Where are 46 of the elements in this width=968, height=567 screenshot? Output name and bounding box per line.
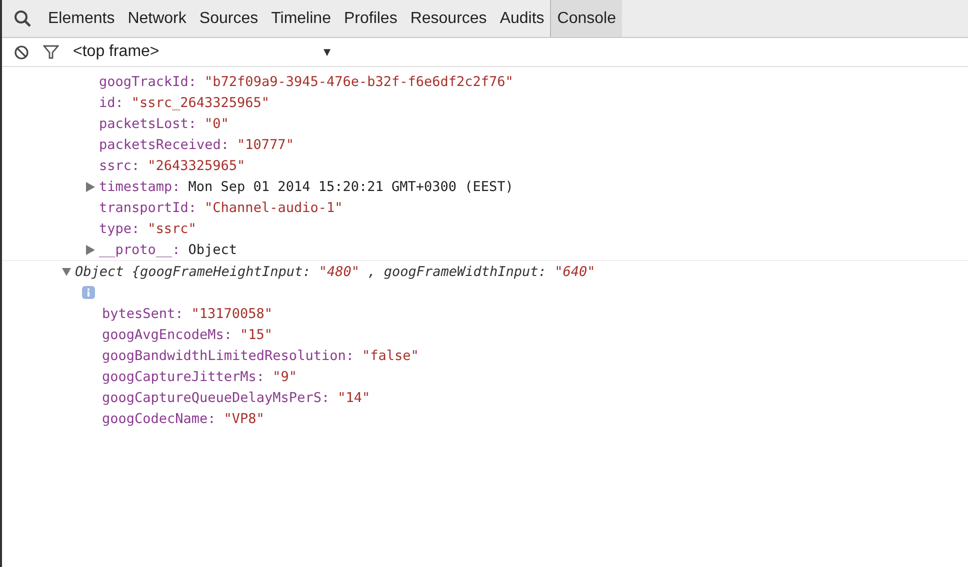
property-key: googCodecName: (102, 410, 216, 426)
panel-tab[interactable]: Console (550, 0, 622, 37)
property-key: type: (99, 220, 140, 236)
object-summary: Object {googFrameHeightInput: "480" , googFrameWidthInput: "640" (75, 264, 596, 280)
property-key: bytesSent: (102, 306, 184, 322)
property-key: packetsLost: (99, 116, 197, 132)
property-value: Mon Sep 01 2014 15:20:21 GMT+0300 (EEST) (188, 178, 514, 194)
property-value: "VP8" (224, 410, 264, 426)
property-key: __proto__: (99, 242, 180, 258)
property-key: timestamp: (99, 178, 180, 194)
property-value: Object (188, 242, 238, 258)
property-value: "ssrc_2643325965" (131, 94, 270, 110)
property-value: "2643325965" (148, 158, 246, 174)
property-key: googCaptureJitterMs: (102, 368, 265, 384)
property-key: googBandwidthLimitedResolution: (102, 348, 354, 364)
filter-icon[interactable] (43, 44, 59, 60)
clear-icon[interactable] (14, 44, 29, 60)
expand-triangle-icon[interactable] (86, 244, 95, 254)
panel-tab[interactable]: Elements (41, 0, 121, 37)
property-key: id: (99, 94, 124, 110)
expand-triangle-icon[interactable] (86, 182, 95, 192)
search-icon[interactable] (14, 10, 31, 27)
expand-triangle-icon[interactable] (62, 266, 71, 276)
property-key: googTrackId: (99, 74, 197, 90)
property-key: packetsReceived: (99, 136, 230, 152)
property-key: googAvgEncodeMs: (102, 326, 232, 342)
frame-select[interactable]: <top frame> ▼ (73, 43, 333, 61)
property-value: "15" (240, 326, 273, 342)
property-key: ssrc: (99, 158, 140, 174)
property-value: "9" (272, 368, 297, 384)
property-value: "14" (338, 390, 370, 406)
property-value: "b72f09a9-3945-476e-b32f-f6e6df2c2f76" (204, 74, 514, 90)
property-value: "Channel-audio-1" (204, 200, 343, 216)
property-key: googCaptureQueueDelayMsPerS: (102, 390, 330, 406)
panel-tab[interactable]: Audits (492, 0, 550, 37)
panel-tab[interactable]: Sources (192, 0, 264, 37)
property-value: "13170058" (191, 306, 273, 322)
panel-tab[interactable]: Profiles (336, 0, 404, 37)
property-value: "10777" (237, 136, 294, 152)
panel-tab[interactable]: Network (120, 0, 192, 37)
panel-tab[interactable]: Resources (403, 0, 493, 37)
property-value: "ssrc" (148, 220, 196, 236)
property-key: transportId: (99, 200, 197, 216)
panel-tab[interactable]: Timeline (264, 0, 337, 37)
property-value: "false" (362, 348, 419, 364)
property-value: "0" (204, 116, 229, 132)
